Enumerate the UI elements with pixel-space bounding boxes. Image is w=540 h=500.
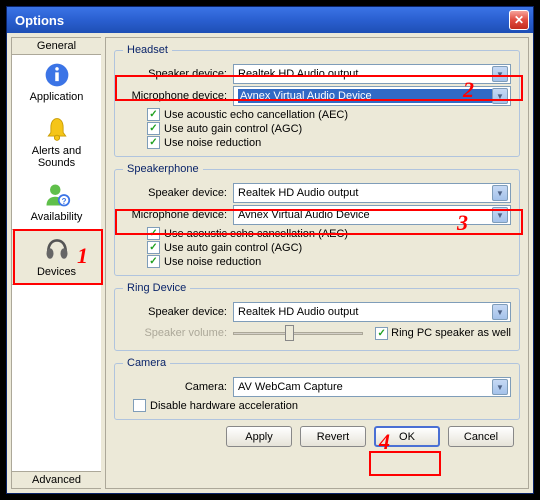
speakerphone-group: Speakerphone Speaker device: Realtek HD … — [114, 163, 520, 276]
close-icon: ✕ — [514, 13, 524, 27]
revert-button[interactable]: Revert — [300, 426, 366, 447]
button-row: Apply Revert OK Cancel — [114, 426, 520, 447]
sp-mic-label: Microphone device: — [123, 209, 227, 221]
bell-icon — [43, 115, 71, 143]
tab-general[interactable]: General — [12, 38, 101, 55]
slider-thumb[interactable] — [285, 325, 294, 341]
speakerphone-legend: Speakerphone — [123, 163, 203, 175]
ring-volume-slider[interactable] — [233, 324, 363, 342]
chevron-down-icon: ▼ — [492, 304, 508, 320]
camera-label: Camera: — [123, 381, 227, 393]
headset-mic-label: Microphone device: — [123, 90, 227, 102]
sidebar-item-label: Application — [30, 91, 84, 103]
sidebar-item-label: Availability — [31, 211, 83, 223]
sidebar-item-availability[interactable]: ? Availability — [12, 175, 101, 229]
sp-aec-check[interactable]: ✓Use acoustic echo cancellation (AEC) — [147, 227, 511, 240]
info-icon — [43, 61, 71, 89]
ring-group: Ring Device Speaker device: Realtek HD A… — [114, 282, 520, 351]
camera-combo[interactable]: AV WebCam Capture ▼ — [233, 377, 511, 397]
camera-group: Camera Camera: AV WebCam Capture ▼ ✓Disa… — [114, 357, 520, 420]
checkbox-icon: ✓ — [375, 327, 388, 340]
ring-speaker-label: Speaker device: — [123, 306, 227, 318]
headset-mic-combo[interactable]: Avnex Virtual Audio Device ▼ — [233, 86, 511, 106]
window-title: Options — [15, 13, 509, 28]
camera-legend: Camera — [123, 357, 170, 369]
sp-nr-check[interactable]: ✓Use noise reduction — [147, 255, 511, 268]
headset-icon — [43, 236, 71, 264]
titlebar[interactable]: Options ✕ — [7, 7, 533, 33]
checkbox-icon: ✓ — [147, 227, 160, 240]
ring-legend: Ring Device — [123, 282, 190, 294]
checkbox-icon: ✓ — [147, 136, 160, 149]
chevron-down-icon: ▼ — [492, 185, 508, 201]
sidebar-item-application[interactable]: Application — [12, 55, 101, 109]
sp-agc-check[interactable]: ✓Use auto gain control (AGC) — [147, 241, 511, 254]
ring-volume-label: Speaker volume: — [123, 327, 227, 339]
checkbox-icon: ✓ — [147, 255, 160, 268]
chevron-down-icon: ▼ — [492, 207, 508, 223]
tab-advanced[interactable]: Advanced — [12, 471, 101, 488]
headset-speaker-combo[interactable]: Realtek HD Audio output ▼ — [233, 64, 511, 84]
chevron-down-icon: ▼ — [492, 379, 508, 395]
ring-speaker-combo[interactable]: Realtek HD Audio output ▼ — [233, 302, 511, 322]
sidebar-item-label: Alerts and Sounds — [14, 145, 99, 169]
sidebar-item-alerts[interactable]: Alerts and Sounds — [12, 109, 101, 175]
camera-disable-accel-check[interactable]: ✓Disable hardware acceleration — [133, 399, 511, 412]
close-button[interactable]: ✕ — [509, 10, 529, 30]
headset-speaker-label: Speaker device: — [123, 68, 227, 80]
checkbox-icon: ✓ — [133, 399, 146, 412]
sp-speaker-combo[interactable]: Realtek HD Audio output ▼ — [233, 183, 511, 203]
presence-icon: ? — [43, 181, 71, 209]
apply-button[interactable]: Apply — [226, 426, 292, 447]
sidebar-item-label: Devices — [37, 266, 76, 278]
chevron-down-icon: ▼ — [492, 88, 508, 104]
sp-speaker-label: Speaker device: — [123, 187, 227, 199]
sidebar-item-devices[interactable]: Devices — [12, 229, 101, 285]
checkbox-icon: ✓ — [147, 122, 160, 135]
headset-group: Headset Speaker device: Realtek HD Audio… — [114, 44, 520, 157]
cancel-button[interactable]: Cancel — [448, 426, 514, 447]
headset-legend: Headset — [123, 44, 172, 56]
headset-agc-check[interactable]: ✓Use auto gain control (AGC) — [147, 122, 511, 135]
options-window: Options ✕ General Application Alerts and… — [6, 6, 534, 494]
sidebar: General Application Alerts and Sounds ? … — [11, 37, 101, 489]
ring-pc-check[interactable]: ✓ Ring PC speaker as well — [375, 327, 511, 340]
checkbox-icon: ✓ — [147, 241, 160, 254]
headset-nr-check[interactable]: ✓Use noise reduction — [147, 136, 511, 149]
ok-button[interactable]: OK — [374, 426, 440, 447]
headset-aec-check[interactable]: ✓Use acoustic echo cancellation (AEC) — [147, 108, 511, 121]
svg-text:?: ? — [61, 197, 66, 206]
devices-panel: Headset Speaker device: Realtek HD Audio… — [105, 37, 529, 489]
sp-mic-combo[interactable]: Avnex Virtual Audio Device ▼ — [233, 205, 511, 225]
chevron-down-icon: ▼ — [492, 66, 508, 82]
checkbox-icon: ✓ — [147, 108, 160, 121]
